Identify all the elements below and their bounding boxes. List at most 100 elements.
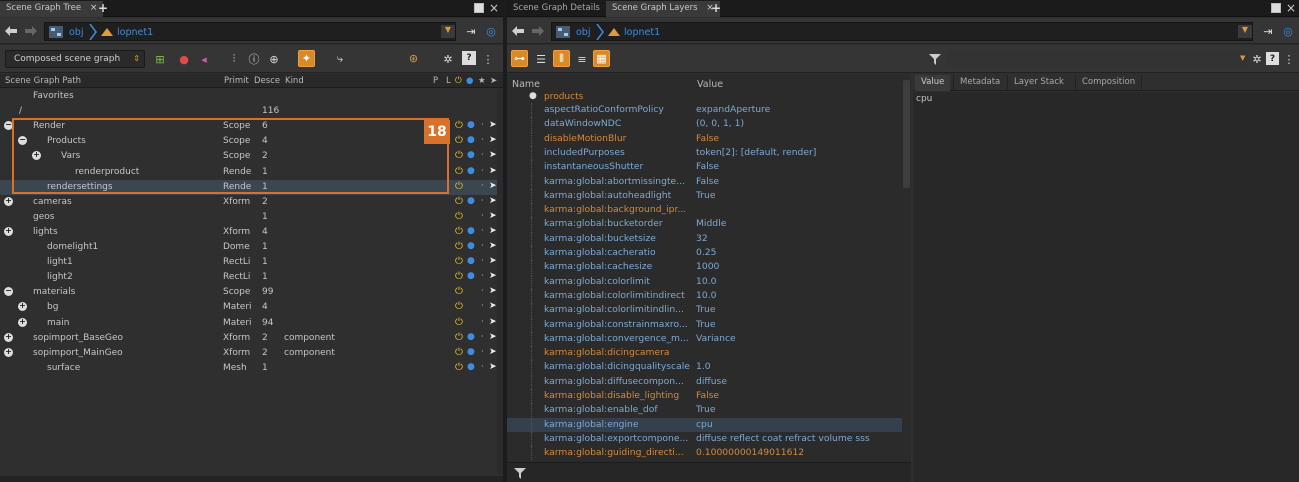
selectable-toggle-icon[interactable]: ➤: [489, 332, 497, 342]
solo-toggle-icon[interactable]: ●: [467, 256, 475, 266]
activation-dot-icon[interactable]: ·: [481, 150, 484, 159]
tab-value[interactable]: Value: [915, 75, 951, 91]
collapse-dot-icon[interactable]: ●: [529, 91, 537, 101]
tree-row[interactable]: +✹mainMateri94⏻·➤: [0, 316, 497, 331]
gear-icon[interactable]: ✲: [440, 51, 456, 67]
selectable-toggle-icon[interactable]: ➤: [489, 166, 497, 176]
pin-icon[interactable]: ⇥: [1260, 23, 1276, 39]
property-row[interactable]: dataWindowNDC (0, 0, 1, 1): [507, 117, 902, 132]
col-path[interactable]: Scene Graph Path: [5, 76, 81, 86]
property-row[interactable]: karma:global:diffusecompon... diffuse: [507, 374, 902, 389]
property-row[interactable]: karma:global:guiding_directi... 0.1000000…: [507, 446, 902, 461]
back-arrow-icon[interactable]: [511, 23, 525, 39]
breadcrumb-lopnet1[interactable]: lopnet1: [117, 27, 153, 38]
add-tab-icon[interactable]: +: [98, 1, 108, 15]
property-row[interactable]: karma:global:engine cpu: [507, 417, 902, 432]
back-arrow-icon[interactable]: [4, 23, 18, 39]
tab-layer-stack[interactable]: Layer Stack: [1007, 75, 1070, 91]
filter-input[interactable]: [947, 50, 1247, 67]
target-icon[interactable]: ⊛: [405, 50, 422, 67]
activation-dot-icon[interactable]: ·: [481, 120, 484, 129]
expand-icon[interactable]: +: [18, 302, 27, 312]
collapse-icon[interactable]: ⊞: [152, 51, 168, 67]
col-solo-icon[interactable]: ●: [466, 76, 473, 86]
close-pane-icon[interactable]: ×: [489, 1, 499, 15]
visibility-toggle-icon[interactable]: ⏻: [455, 211, 463, 222]
activation-dot-icon[interactable]: ·: [481, 301, 484, 310]
property-row[interactable]: karma:global:dicingcamera: [507, 346, 902, 361]
visibility-toggle-icon[interactable]: ⏻: [455, 347, 463, 358]
property-row[interactable]: karma:global:abortmissingte... False: [507, 174, 902, 189]
col-p[interactable]: P: [433, 76, 438, 86]
activation-dot-icon[interactable]: ·: [481, 166, 484, 175]
activation-dot-icon[interactable]: ·: [481, 135, 484, 144]
pane-menu-icon[interactable]: [474, 3, 484, 13]
breadcrumb-lopnet1[interactable]: lopnet1: [624, 27, 660, 38]
solo-toggle-icon[interactable]: ●: [467, 196, 475, 206]
tree-row[interactable]: +⏃lightsXform4⏻●·➤: [0, 225, 497, 240]
breadcrumb-obj[interactable]: obj: [69, 27, 83, 38]
col-value[interactable]: Value: [697, 79, 723, 90]
activation-dot-icon[interactable]: ·: [481, 347, 484, 356]
link-icon[interactable]: ◎: [1281, 23, 1295, 39]
property-row[interactable]: karma:global:colorlimitindirect 10.0: [507, 288, 902, 303]
visibility-toggle-icon[interactable]: ⏻: [455, 362, 463, 373]
tree-row[interactable]: ✎Favorites: [0, 89, 497, 104]
activation-dot-icon[interactable]: ·: [481, 286, 484, 295]
visibility-toggle-icon[interactable]: ⏻: [455, 271, 463, 282]
property-row[interactable]: karma:global:colorlimit 10.0: [507, 274, 902, 289]
scene-graph-select[interactable]: Composed scene graph ⇕: [5, 50, 145, 68]
tree-row[interactable]: −◯materialsScope99⏻·➤: [0, 285, 497, 300]
filter-pink-icon[interactable]: ◂: [196, 51, 212, 67]
properties-scrollbar[interactable]: [902, 74, 911, 462]
property-row[interactable]: disableMotionBlur False: [507, 131, 902, 146]
col-kind[interactable]: Kind: [285, 76, 304, 86]
tab-scene-graph-layers[interactable]: Scene Graph Layers ×: [606, 1, 720, 17]
property-row[interactable]: karma:global:constrainmaxro... True: [507, 317, 902, 332]
property-row[interactable]: karma:global:cachesize 1000: [507, 260, 902, 275]
property-row[interactable]: includedPurposes token[2]: [default, rend…: [507, 145, 902, 160]
expand-icon[interactable]: +: [4, 347, 13, 357]
property-row[interactable]: instantaneousShutter False: [507, 160, 902, 175]
solo-toggle-icon[interactable]: ●: [467, 226, 475, 236]
filter-red-icon[interactable]: ●: [176, 51, 192, 67]
visibility-toggle-icon[interactable]: ⏻: [455, 256, 463, 267]
activation-dot-icon[interactable]: ·: [481, 362, 484, 371]
activation-dot-icon[interactable]: ·: [481, 211, 484, 220]
cursor-icon[interactable]: ⤷: [332, 51, 348, 67]
col-descendants[interactable]: Desce: [254, 76, 282, 86]
info-icon[interactable]: ⓘ: [246, 51, 262, 67]
visibility-toggle-icon[interactable]: ⏻: [455, 286, 463, 297]
tree-row[interactable]: +csopimport_MainGeoXform2component⏻●·➤: [0, 346, 497, 361]
property-row[interactable]: karma:global:bucketorder Middle: [507, 217, 902, 232]
col-l[interactable]: L: [446, 76, 451, 86]
col-visibility-icon[interactable]: ⏻: [455, 76, 462, 86]
activation-dot-icon[interactable]: ·: [481, 181, 484, 190]
more-icon[interactable]: ⋮: [480, 51, 496, 67]
tab-metadata[interactable]: Metadata: [953, 75, 1006, 91]
selectable-toggle-icon[interactable]: ➤: [489, 241, 497, 251]
solo-toggle-icon[interactable]: ●: [467, 241, 475, 251]
forward-arrow-icon[interactable]: [24, 23, 38, 39]
bottom-splitter[interactable]: [0, 476, 503, 482]
visibility-toggle-icon[interactable]: ⏻: [455, 196, 463, 207]
solo-toggle-icon[interactable]: ●: [467, 347, 475, 357]
solo-toggle-icon[interactable]: ●: [467, 271, 475, 281]
properties-scroll-thumb[interactable]: [903, 80, 910, 188]
property-row[interactable]: karma:global:autoheadlight True: [507, 188, 902, 203]
col-select-icon[interactable]: ➤: [490, 76, 497, 86]
tree-row[interactable]: +✹bgMateri4⏻·➤: [0, 300, 497, 315]
solo-toggle-icon[interactable]: ●: [467, 135, 475, 145]
help-icon[interactable]: ?: [1266, 52, 1279, 65]
visibility-toggle-icon[interactable]: ⏻: [455, 301, 463, 312]
selectable-toggle-icon[interactable]: ➤: [489, 271, 497, 281]
tree-row[interactable]: ◓domelight1Dome1⏻●·➤: [0, 240, 497, 255]
select-mode-icon[interactable]: ✦: [298, 50, 315, 67]
tree-row[interactable]: ⊓light1RectLi1⏻●·➤: [0, 255, 497, 270]
list-view-icon[interactable]: ☰: [533, 51, 549, 67]
network-path-field[interactable]: obj lopnet1 ▼: [551, 22, 1253, 41]
collapse-icon[interactable]: −: [4, 287, 13, 297]
property-row[interactable]: karma:global:dicingqualityscale 1.0: [507, 360, 902, 375]
sliders-icon[interactable]: ⫶: [226, 51, 242, 67]
col-name[interactable]: Name: [512, 79, 540, 90]
